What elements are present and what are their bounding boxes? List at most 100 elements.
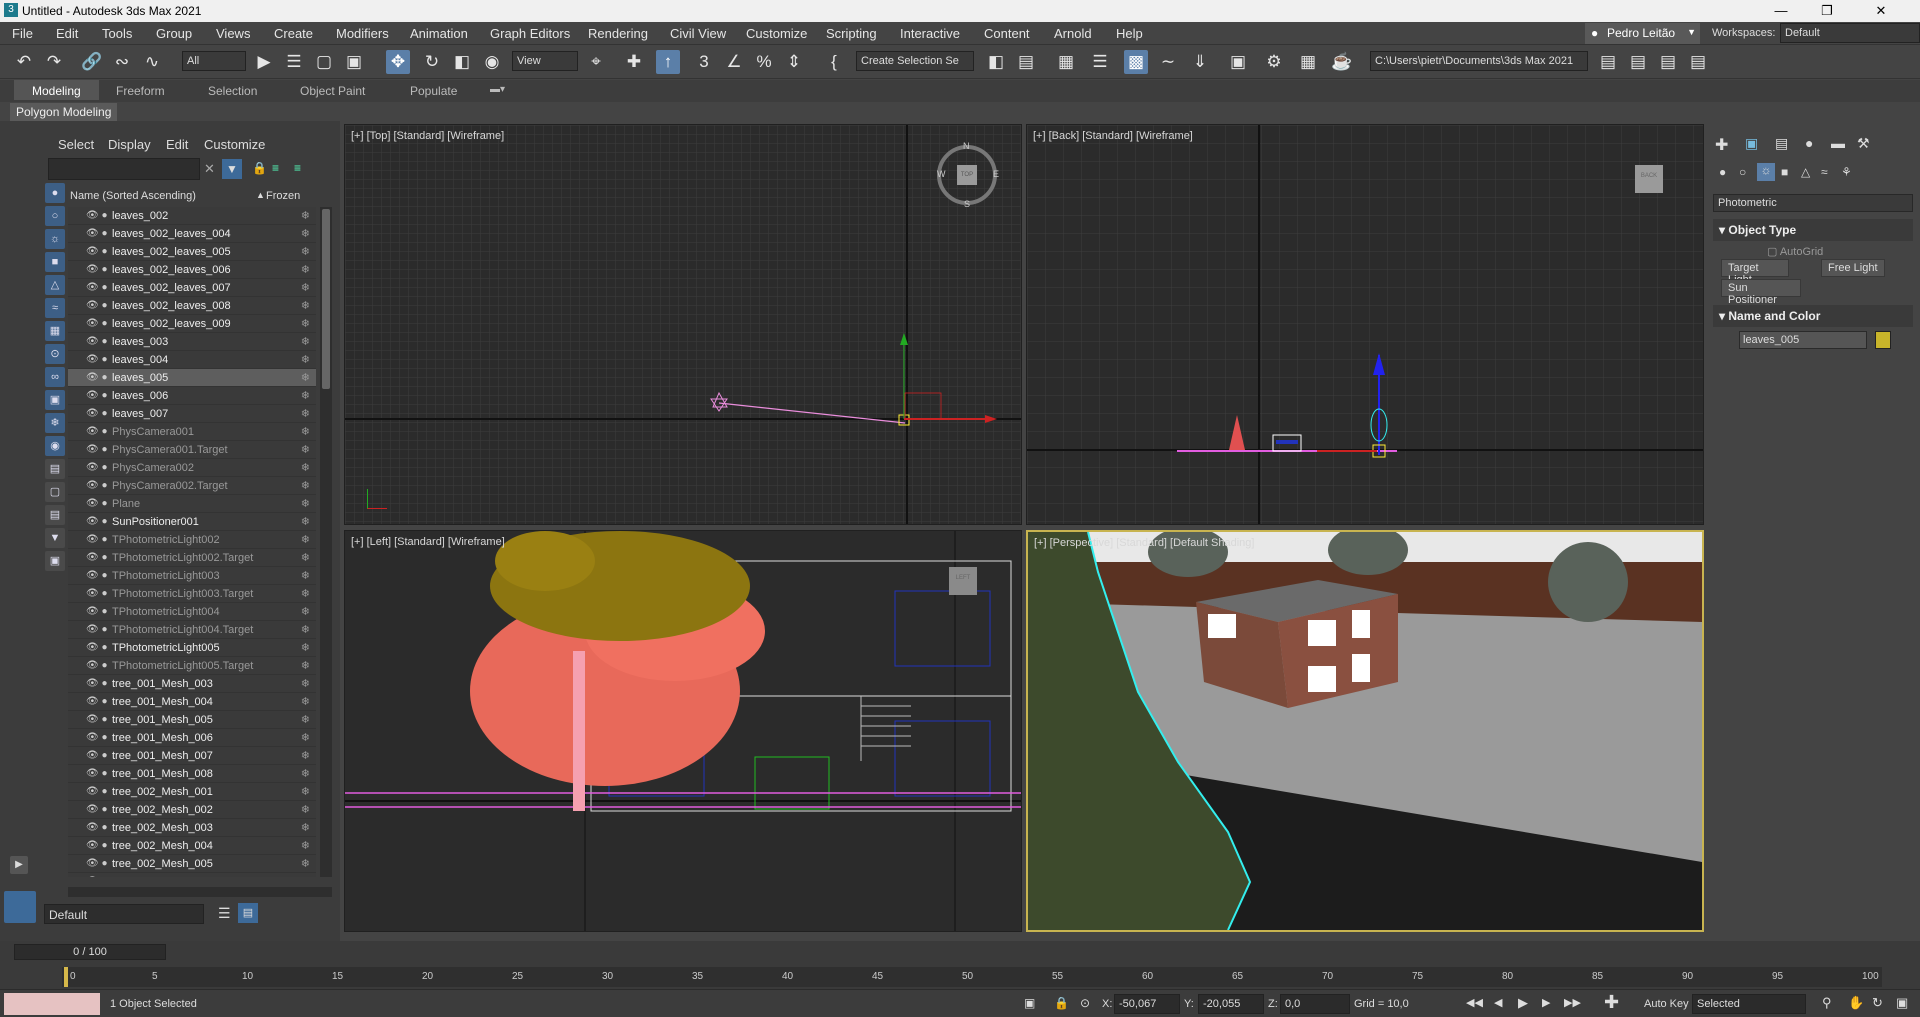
lights-filter-icon[interactable]: ☼: [45, 229, 65, 249]
scene-list-scrollbar[interactable]: [320, 207, 332, 877]
freeze-icon[interactable]: ❄: [301, 423, 310, 441]
visibility-eye-icon[interactable]: 👁 ●: [86, 837, 114, 855]
modify-tab-icon[interactable]: ▣: [1745, 135, 1758, 152]
freeze-icon[interactable]: ❄: [301, 675, 310, 693]
scene-object-row[interactable]: 👁 ● leaves_004 ❄: [68, 351, 316, 369]
select-and-place-icon[interactable]: ◉: [480, 50, 504, 74]
tab-selection[interactable]: Selection: [208, 84, 257, 98]
named-selection-set-select[interactable]: Create Selection Se: [856, 51, 974, 71]
selection-filter-select[interactable]: All: [182, 51, 246, 71]
scene-search-input[interactable]: [48, 158, 200, 180]
scene-object-row[interactable]: 👁 ● leaves_007 ❄: [68, 405, 316, 423]
visibility-eye-icon[interactable]: 👁 ●: [86, 513, 114, 531]
visibility-eye-icon[interactable]: 👁 ●: [86, 207, 114, 225]
find-icon[interactable]: ▼: [45, 528, 65, 548]
groups-filter-icon[interactable]: ▦: [45, 321, 65, 341]
reference-coordinate-select[interactable]: View: [512, 51, 578, 71]
scene-explorer-menu-edit[interactable]: Edit: [166, 137, 188, 152]
scene-object-row[interactable]: 👁 ● tree_001_Mesh_007 ❄: [68, 747, 316, 765]
scene-object-row[interactable]: 👁 ● PhysCamera001.Target ❄: [68, 441, 316, 459]
scene-object-row[interactable]: 👁 ● tree_002_Mesh_001 ❄: [68, 783, 316, 801]
scene-object-row[interactable]: 👁 ● TPhotometricLight002.Target ❄: [68, 549, 316, 567]
scene-object-row[interactable]: 👁 ● TPhotometricLight002 ❄: [68, 531, 316, 549]
name-and-color-rollout[interactable]: ▾ Name and Color: [1713, 305, 1913, 327]
scene-object-row[interactable]: 👁 ● tree_001_Mesh_004 ❄: [68, 693, 316, 711]
auto-key-button[interactable]: Auto Key: [1644, 998, 1689, 1010]
play-icon[interactable]: ▶: [1518, 995, 1528, 1011]
camera-filter-icon[interactable]: ▣: [45, 551, 65, 571]
column-frozen-header[interactable]: Frozen: [266, 190, 300, 202]
freeze-icon[interactable]: ❄: [301, 657, 310, 675]
y-coordinate-input[interactable]: -20,055: [1198, 994, 1264, 1014]
scene-object-row[interactable]: 👁 ● PhysCamera002.Target ❄: [68, 477, 316, 495]
angle-snap-icon[interactable]: ∠: [722, 50, 746, 74]
visibility-eye-icon[interactable]: 👁 ●: [86, 783, 114, 801]
go-to-end-icon[interactable]: ▶▶: [1564, 996, 1581, 1009]
hidden-filter-icon[interactable]: ◉: [45, 436, 65, 456]
shapes-filter-icon[interactable]: ○: [45, 206, 65, 226]
unlink-icon[interactable]: ∾: [110, 50, 134, 74]
selection-lock-icon[interactable]: 🔒: [1054, 996, 1069, 1010]
pivot-center-icon[interactable]: ⌖: [584, 50, 608, 74]
viewcube-left[interactable]: LEFT: [949, 567, 977, 595]
scene-object-row[interactable]: 👁 ● leaves_002_leaves_006 ❄: [68, 261, 316, 279]
scene-object-row[interactable]: 👁 ● leaves_002 ❄: [68, 207, 316, 225]
visibility-eye-icon[interactable]: 👁 ●: [86, 315, 114, 333]
menu-rendering[interactable]: Rendering: [588, 26, 648, 41]
freeze-icon[interactable]: ❄: [301, 549, 310, 567]
align-icon[interactable]: ▤: [1014, 50, 1038, 74]
column-name-header[interactable]: Name (Sorted Ascending): [70, 190, 196, 202]
filter-icon[interactable]: ▼: [222, 159, 242, 179]
visibility-eye-icon[interactable]: 👁 ●: [86, 729, 114, 747]
menu-edit[interactable]: Edit: [56, 26, 78, 41]
visibility-eye-icon[interactable]: 👁 ●: [86, 477, 114, 495]
freeze-icon[interactable]: ❄: [301, 873, 310, 877]
select-and-scale-icon[interactable]: ◧: [450, 50, 474, 74]
helpers-filter-icon[interactable]: △: [45, 275, 65, 295]
visibility-eye-icon[interactable]: 👁 ●: [86, 567, 114, 585]
x-coordinate-input[interactable]: -50,067: [1114, 994, 1180, 1014]
visibility-eye-icon[interactable]: 👁 ●: [86, 747, 114, 765]
freeze-icon[interactable]: ❄: [301, 801, 310, 819]
percent-snap-icon[interactable]: %: [752, 50, 776, 74]
visibility-eye-icon[interactable]: 👁 ●: [86, 351, 114, 369]
scene-object-row[interactable]: 👁 ● tree_002_Mesh_005 ❄: [68, 855, 316, 873]
freeze-icon[interactable]: ❄: [301, 711, 310, 729]
visibility-eye-icon[interactable]: 👁 ●: [86, 459, 114, 477]
window-crossing-icon[interactable]: ▣: [342, 50, 366, 74]
viewport-top[interactable]: [+] [Top] [Standard] [Wireframe] TOP N S…: [344, 124, 1022, 525]
scene-object-row[interactable]: 👁 ● leaves_002_leaves_008 ❄: [68, 297, 316, 315]
scene-object-row[interactable]: 👁 ● TPhotometricLight003.Target ❄: [68, 585, 316, 603]
z-coordinate-input[interactable]: 0,0: [1280, 994, 1350, 1014]
menu-create[interactable]: Create: [274, 26, 313, 41]
scene-object-row[interactable]: 👁 ● TPhotometricLight004 ❄: [68, 603, 316, 621]
key-filter-select[interactable]: Selected: [1692, 994, 1806, 1014]
object-type-rollout[interactable]: ▾ Object Type: [1713, 219, 1913, 241]
visibility-eye-icon[interactable]: 👁 ●: [86, 765, 114, 783]
scene-object-row[interactable]: 👁 ● tree_001_Mesh_006 ❄: [68, 729, 316, 747]
maxscript-listener[interactable]: [4, 993, 100, 1015]
utilities-tab-icon[interactable]: ⚒: [1857, 135, 1870, 152]
visibility-eye-icon[interactable]: 👁 ●: [86, 261, 114, 279]
visibility-eye-icon[interactable]: 👁 ●: [86, 711, 114, 729]
visibility-eye-icon[interactable]: 👁 ●: [86, 549, 114, 567]
visibility-eye-icon[interactable]: 👁 ●: [86, 387, 114, 405]
project-settings-icon[interactable]: ▤: [1686, 50, 1710, 74]
visibility-eye-icon[interactable]: 👁 ●: [86, 585, 114, 603]
freeze-icon[interactable]: ❄: [301, 621, 310, 639]
geometry-category-icon[interactable]: ●: [1719, 165, 1726, 179]
freeze-icon[interactable]: ❄: [301, 729, 310, 747]
tab-freeform[interactable]: Freeform: [116, 84, 165, 98]
visibility-eye-icon[interactable]: 👁 ●: [86, 639, 114, 657]
visibility-eye-icon[interactable]: 👁 ●: [86, 243, 114, 261]
viewport-back-label[interactable]: [+] [Back] [Standard] [Wireframe]: [1033, 130, 1193, 142]
link-icon[interactable]: 🔗: [80, 50, 104, 74]
scene-object-row[interactable]: 👁 ● tree_002_Mesh_003 ❄: [68, 819, 316, 837]
freeze-icon[interactable]: ❄: [301, 567, 310, 585]
go-to-start-icon[interactable]: ◀◀: [1466, 996, 1483, 1009]
lock-icon[interactable]: 🔒: [252, 161, 267, 175]
scene-object-row[interactable]: 👁 ● leaves_006 ❄: [68, 387, 316, 405]
object-name-input[interactable]: leaves_005: [1739, 331, 1867, 349]
freeze-icon[interactable]: ❄: [301, 333, 310, 351]
visibility-eye-icon[interactable]: 👁 ●: [86, 855, 114, 873]
